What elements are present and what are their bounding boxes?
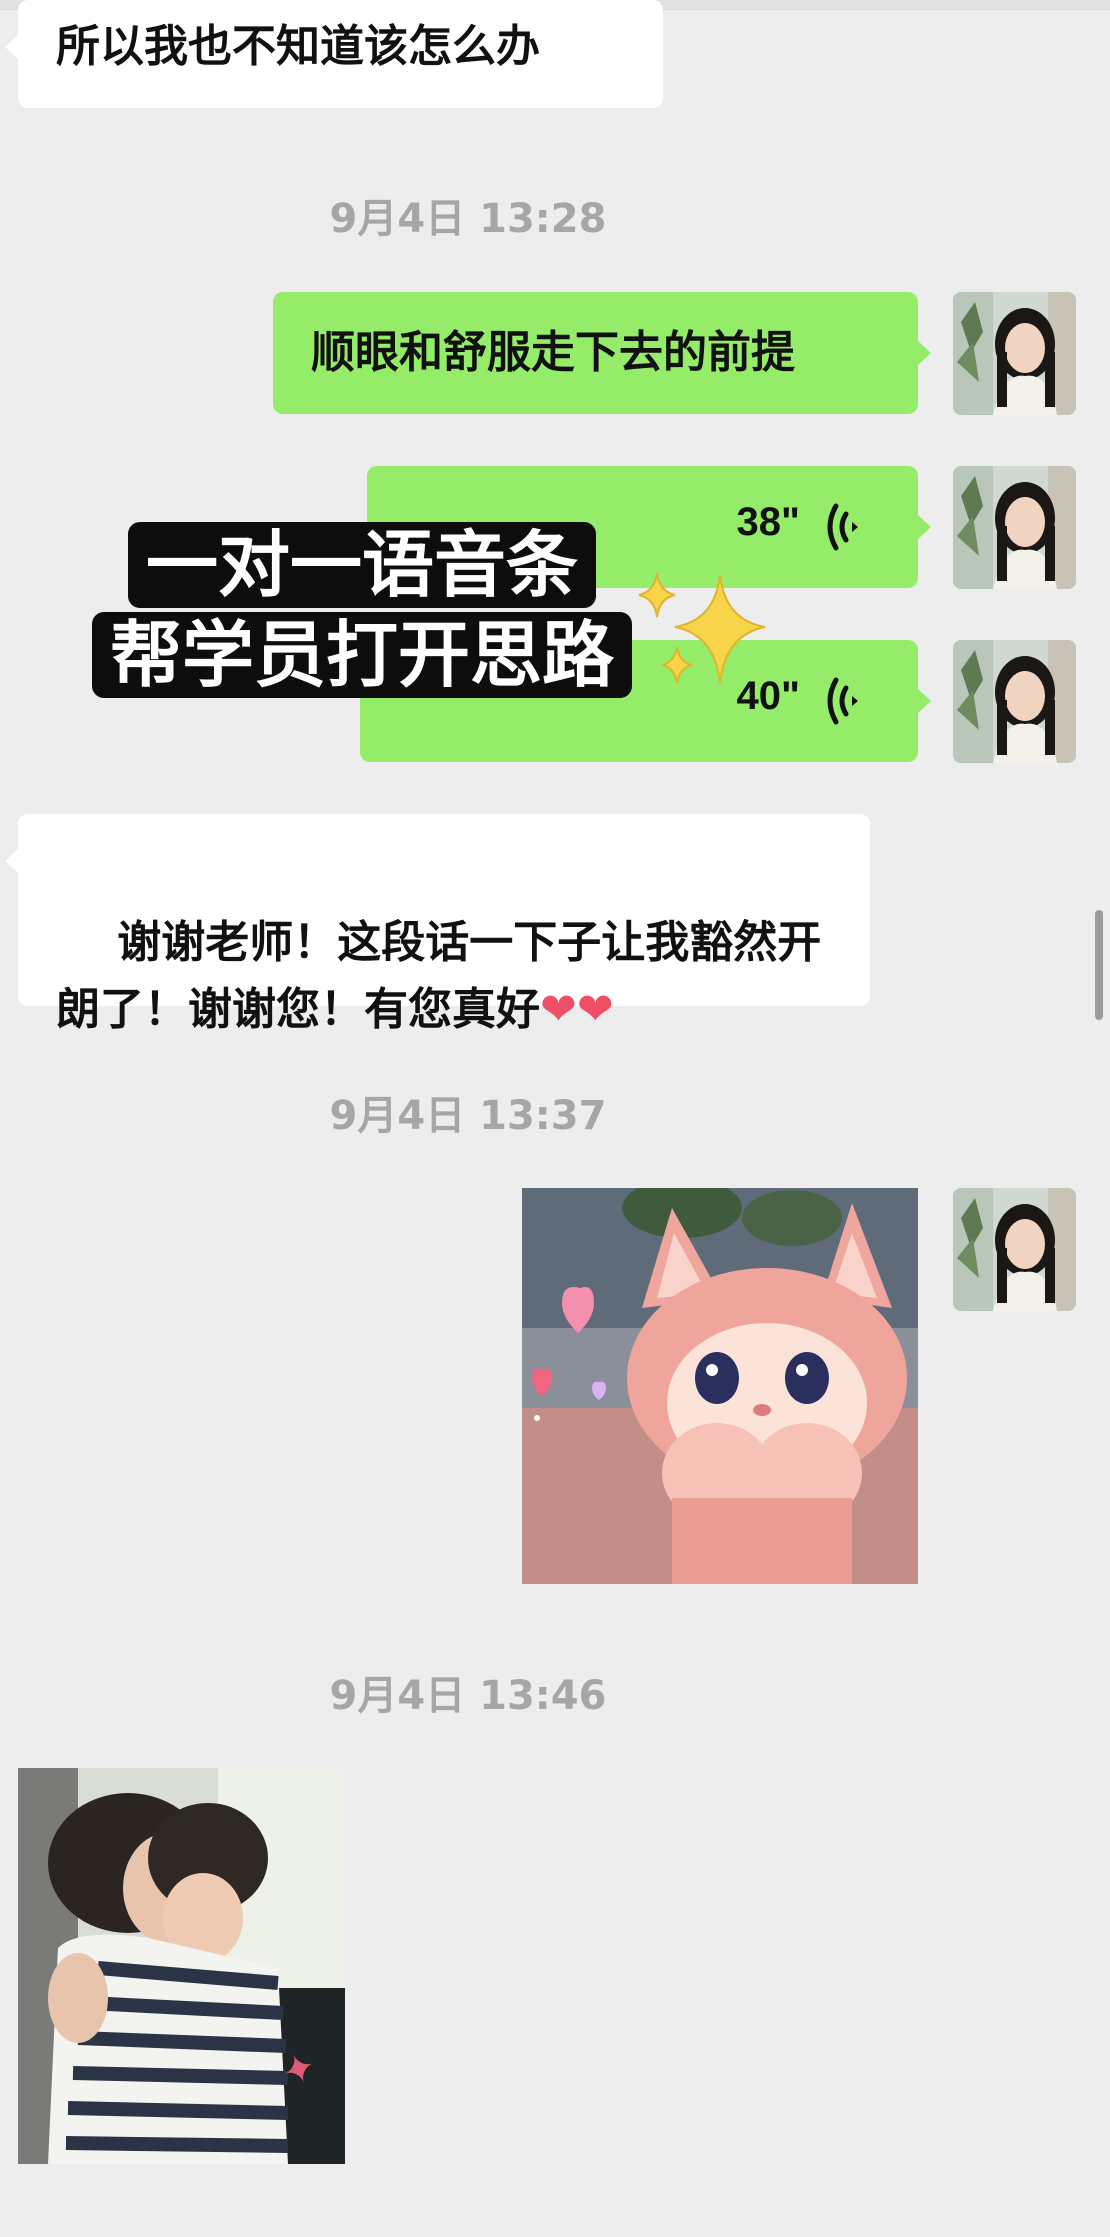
voice-wave-icon xyxy=(827,503,858,551)
timestamp: 9月4日 13:37 xyxy=(329,1093,607,1139)
incoming-message-bubble[interactable]: 谢谢老师！这段话一下子让我豁然开朗了！谢谢您！有您真好❤❤ xyxy=(5,814,870,1035)
overlay-caption-line1: 一对一语音条 xyxy=(128,522,597,608)
message-text-content: 谢谢老师！这段话一下子让我豁然开朗了！谢谢您！有您真好 xyxy=(56,917,822,1035)
timestamp: 9月4日 13:46 xyxy=(329,1673,607,1719)
hugging-kids-sticker[interactable]: ✦ xyxy=(18,1768,345,2164)
scrollbar[interactable] xyxy=(1095,910,1103,1020)
avatar[interactable] xyxy=(953,1188,1076,1311)
message-text: 谢谢老师！这段话一下子让我豁然开朗了！谢谢您！有您真好❤❤ xyxy=(56,842,846,1110)
message-text: 顺眼和舒服走下去的前提 xyxy=(311,327,795,378)
message-text: 所以我也不知道该怎么办 xyxy=(56,21,540,72)
voice-wave-icon xyxy=(827,677,858,725)
overlay-caption-line2: 帮学员打开思路 xyxy=(92,612,633,698)
avatar[interactable] xyxy=(953,466,1076,589)
voice-duration: 38" xyxy=(736,500,800,544)
avatar[interactable] xyxy=(953,292,1076,415)
timestamp: 9月4日 13:28 xyxy=(329,196,607,242)
incoming-message-bubble[interactable]: 所以我也不知道该怎么办 xyxy=(5,0,663,108)
sparkles-icon xyxy=(638,572,766,684)
heart-emoji: ❤❤ xyxy=(540,984,614,1035)
fox-plush-sticker[interactable] xyxy=(522,1188,918,1584)
outgoing-message-bubble[interactable]: 顺眼和舒服走下去的前提 xyxy=(273,292,931,414)
avatar[interactable] xyxy=(953,640,1076,763)
